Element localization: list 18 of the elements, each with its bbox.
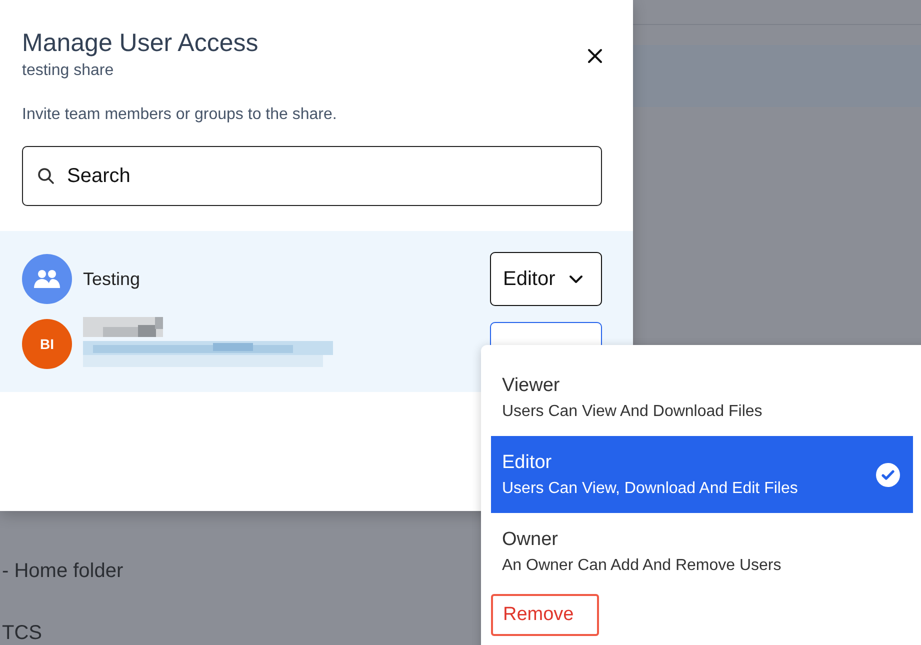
dialog-title: Manage User Access	[22, 28, 258, 58]
role-option[interactable]: Editor Users Can View, Download And Edit Files	[491, 436, 913, 513]
instructions-text: Invite team members or groups to the share.	[22, 106, 338, 124]
member-name: Testing	[83, 268, 140, 290]
role-option[interactable]: Owner An Owner Can Add And Remove Users	[491, 513, 913, 590]
user-avatar: BI	[22, 319, 72, 369]
remove-button[interactable]: Remove	[491, 594, 599, 636]
folder-name: - Home folder	[2, 559, 124, 583]
search-icon	[37, 167, 55, 185]
search-field[interactable]: Search	[22, 146, 602, 206]
folder-name: TCS	[2, 621, 42, 645]
dialog-subtitle: testing share	[22, 62, 115, 80]
close-icon	[587, 48, 603, 64]
chevron-down-icon	[569, 274, 584, 284]
role-option[interactable]: Viewer Users Can View And Download Files	[491, 359, 913, 436]
check-circle-icon	[875, 462, 901, 488]
people-icon	[34, 269, 60, 289]
role-dropdown[interactable]: Editor	[490, 252, 602, 306]
